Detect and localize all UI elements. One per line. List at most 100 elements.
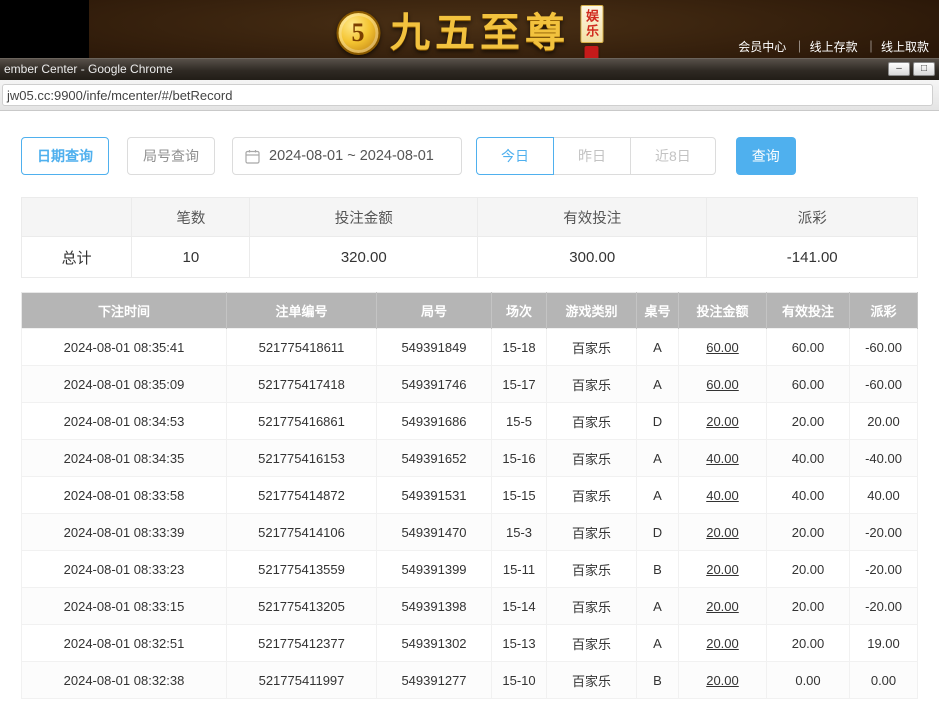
cell-table_no: A <box>637 329 679 366</box>
minimize-button[interactable]: – <box>888 62 910 76</box>
cell-valid: 20.00 <box>767 588 850 625</box>
cell-valid: 40.00 <box>767 477 850 514</box>
cell-session: 15-10 <box>492 662 547 699</box>
cell-table_no: B <box>637 662 679 699</box>
top-nav: 会员中心 线上存款 线上取款 <box>738 38 929 55</box>
cell-game: 百家乐 <box>547 662 637 699</box>
cell-table_no: A <box>637 440 679 477</box>
cell-session: 15-14 <box>492 588 547 625</box>
table-row: 2024-08-01 08:34:53521775416861549391686… <box>22 403 918 440</box>
table-row: 2024-08-01 08:33:23521775413559549391399… <box>22 551 918 588</box>
bet-amount-link[interactable]: 20.00 <box>679 625 767 662</box>
cell-valid: 20.00 <box>767 625 850 662</box>
cell-round_no: 549391849 <box>377 329 492 366</box>
bet-amount-link[interactable]: 20.00 <box>679 551 767 588</box>
summary-count-value: 10 <box>132 237 250 278</box>
bet-amount-link[interactable]: 20.00 <box>679 588 767 625</box>
quick-range-group: 今日 昨日 近8日 <box>476 137 716 175</box>
nav-deposit[interactable]: 线上存款 <box>790 40 858 54</box>
bet-table-header-row: 下注时间 注单编号 局号 场次 游戏类别 桌号 投注金额 有效投注 派彩 <box>22 293 918 329</box>
summary-header-valid: 有效投注 <box>478 198 707 237</box>
cell-game: 百家乐 <box>547 366 637 403</box>
yesterday-button[interactable]: 昨日 <box>553 137 631 175</box>
cell-valid: 60.00 <box>767 366 850 403</box>
cell-payout: -20.00 <box>850 588 918 625</box>
site-header: 5 九五至尊 娱乐 会员中心 线上存款 线上取款 <box>0 0 939 58</box>
cell-payout: 40.00 <box>850 477 918 514</box>
cell-table_no: D <box>637 514 679 551</box>
browser-title-bar: ember Center - Google Chrome – □ <box>0 58 939 80</box>
logo-text: 九五至尊 <box>390 10 570 56</box>
cell-valid: 40.00 <box>767 440 850 477</box>
bet-amount-link[interactable]: 20.00 <box>679 662 767 699</box>
cell-game: 百家乐 <box>547 514 637 551</box>
date-range-input[interactable]: 2024-08-01 ~ 2024-08-01 <box>232 137 462 175</box>
site-logo: 5 九五至尊 娱乐 <box>336 5 603 60</box>
cell-session: 15-15 <box>492 477 547 514</box>
table-row: 2024-08-01 08:33:58521775414872549391531… <box>22 477 918 514</box>
col-header-round: 局号 <box>377 293 492 329</box>
cell-game: 百家乐 <box>547 551 637 588</box>
cell-order_no: 521775416153 <box>227 440 377 477</box>
cell-game: 百家乐 <box>547 329 637 366</box>
cell-payout: -40.00 <box>850 440 918 477</box>
cell-round_no: 549391470 <box>377 514 492 551</box>
cell-time: 2024-08-01 08:33:39 <box>22 514 227 551</box>
bet-amount-link[interactable]: 20.00 <box>679 514 767 551</box>
search-button[interactable]: 查询 <box>736 137 796 175</box>
cell-valid: 60.00 <box>767 329 850 366</box>
date-query-tab[interactable]: 日期查询 <box>21 137 109 175</box>
summary-payout-value: -141.00 <box>707 237 918 278</box>
cell-session: 15-17 <box>492 366 547 403</box>
cell-table_no: A <box>637 625 679 662</box>
round-query-tab[interactable]: 局号查询 <box>127 137 215 175</box>
bet-amount-link[interactable]: 40.00 <box>679 440 767 477</box>
bet-amount-link[interactable]: 60.00 <box>679 366 767 403</box>
cell-table_no: A <box>637 366 679 403</box>
cell-round_no: 549391746 <box>377 366 492 403</box>
calendar-icon <box>245 149 260 164</box>
cell-round_no: 549391686 <box>377 403 492 440</box>
bet-amount-link[interactable]: 40.00 <box>679 477 767 514</box>
col-header-order: 注单编号 <box>227 293 377 329</box>
table-row: 2024-08-01 08:34:35521775416153549391652… <box>22 440 918 477</box>
nav-withdraw[interactable]: 线上取款 <box>861 40 929 54</box>
cell-game: 百家乐 <box>547 403 637 440</box>
summary-header-row: 笔数 投注金额 有效投注 派彩 <box>22 198 918 237</box>
cell-time: 2024-08-01 08:34:53 <box>22 403 227 440</box>
cell-order_no: 521775417418 <box>227 366 377 403</box>
maximize-button[interactable]: □ <box>913 62 935 76</box>
cell-time: 2024-08-01 08:35:41 <box>22 329 227 366</box>
cell-order_no: 521775414106 <box>227 514 377 551</box>
table-row: 2024-08-01 08:35:09521775417418549391746… <box>22 366 918 403</box>
url-input[interactable]: jw05.cc:9900/infe/mcenter/#/betRecord <box>2 84 933 106</box>
cell-order_no: 521775418611 <box>227 329 377 366</box>
today-button[interactable]: 今日 <box>476 137 554 175</box>
cell-round_no: 549391531 <box>377 477 492 514</box>
cell-table_no: A <box>637 477 679 514</box>
nav-member-center[interactable]: 会员中心 <box>738 40 786 54</box>
summary-header-bet: 投注金额 <box>250 198 478 237</box>
cell-payout: 0.00 <box>850 662 918 699</box>
cell-payout: -60.00 <box>850 329 918 366</box>
col-header-valid: 有效投注 <box>767 293 850 329</box>
cell-round_no: 549391398 <box>377 588 492 625</box>
filter-row: 日期查询 局号查询 2024-08-01 ~ 2024-08-01 今日 昨日 … <box>21 137 918 175</box>
date-range-value: 2024-08-01 ~ 2024-08-01 <box>269 148 434 164</box>
cell-table_no: A <box>637 588 679 625</box>
cell-time: 2024-08-01 08:35:09 <box>22 366 227 403</box>
bet-amount-link[interactable]: 20.00 <box>679 403 767 440</box>
cell-session: 15-13 <box>492 625 547 662</box>
table-row: 2024-08-01 08:35:41521775418611549391849… <box>22 329 918 366</box>
table-row: 2024-08-01 08:33:39521775414106549391470… <box>22 514 918 551</box>
logo-badge-column: 娱乐 <box>580 5 603 60</box>
cell-session: 15-5 <box>492 403 547 440</box>
col-header-game: 游戏类别 <box>547 293 637 329</box>
cell-time: 2024-08-01 08:34:35 <box>22 440 227 477</box>
summary-bet-value: 320.00 <box>250 237 478 278</box>
table-row: 2024-08-01 08:33:15521775413205549391398… <box>22 588 918 625</box>
bet-amount-link[interactable]: 60.00 <box>679 329 767 366</box>
table-row: 2024-08-01 08:32:38521775411997549391277… <box>22 662 918 699</box>
last-8-days-button[interactable]: 近8日 <box>630 137 716 175</box>
summary-header-payout: 派彩 <box>707 198 918 237</box>
